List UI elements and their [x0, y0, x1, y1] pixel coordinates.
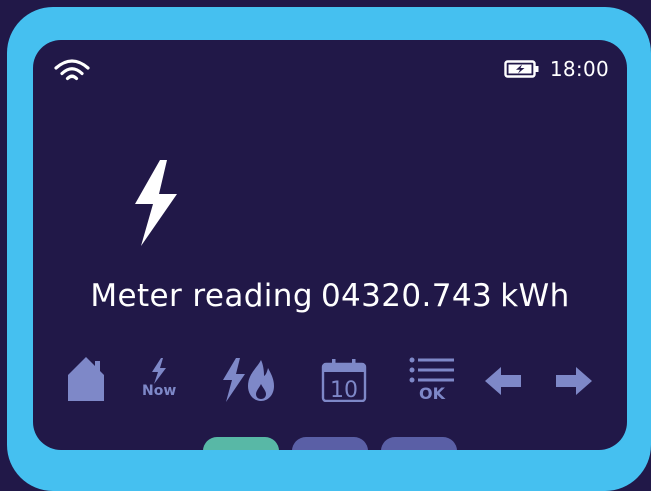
- house-icon: [68, 357, 104, 401]
- display-screen: 18:00 Meter reading 04320.743 kWh Now 10…: [33, 40, 627, 450]
- previous-button[interactable]: [484, 366, 522, 396]
- tab-active[interactable]: [203, 437, 279, 450]
- calendar-button[interactable]: 10: [321, 358, 367, 402]
- ok-label: OK: [419, 384, 445, 403]
- tab-third[interactable]: [381, 437, 457, 450]
- electricity-gas-icon: [223, 358, 274, 402]
- status-bar-right: 18:00: [504, 57, 609, 81]
- home-button[interactable]: [67, 355, 105, 401]
- now-label: Now: [142, 383, 177, 399]
- wifi-icon: [54, 59, 90, 81]
- menu-ok-button[interactable]: OK: [409, 356, 455, 402]
- now-button[interactable]: Now: [142, 358, 176, 398]
- meter-reading: Meter reading 04320.743 kWh: [33, 278, 627, 314]
- clock-time: 18:00: [549, 57, 609, 81]
- calendar-day: 10: [330, 378, 358, 402]
- battery-charging-icon: [504, 60, 539, 78]
- arrow-left-icon: [485, 367, 521, 395]
- electricity-bolt-icon: [135, 160, 177, 246]
- tab-second[interactable]: [292, 437, 368, 450]
- list-menu-icon: [409, 357, 454, 383]
- bottom-tabs: [33, 437, 627, 450]
- meter-reading-label: Meter reading: [90, 278, 313, 314]
- meter-reading-unit: kWh: [500, 278, 570, 314]
- arrow-right-icon: [556, 367, 592, 395]
- meter-reading-value: 04320.743: [320, 278, 493, 314]
- calendar-icon: 10: [321, 359, 367, 402]
- next-button[interactable]: [555, 366, 593, 396]
- bolt-icon: [152, 358, 167, 384]
- energy-type-button[interactable]: [221, 358, 277, 402]
- bottom-toolbar: Now 10 OK: [33, 352, 627, 412]
